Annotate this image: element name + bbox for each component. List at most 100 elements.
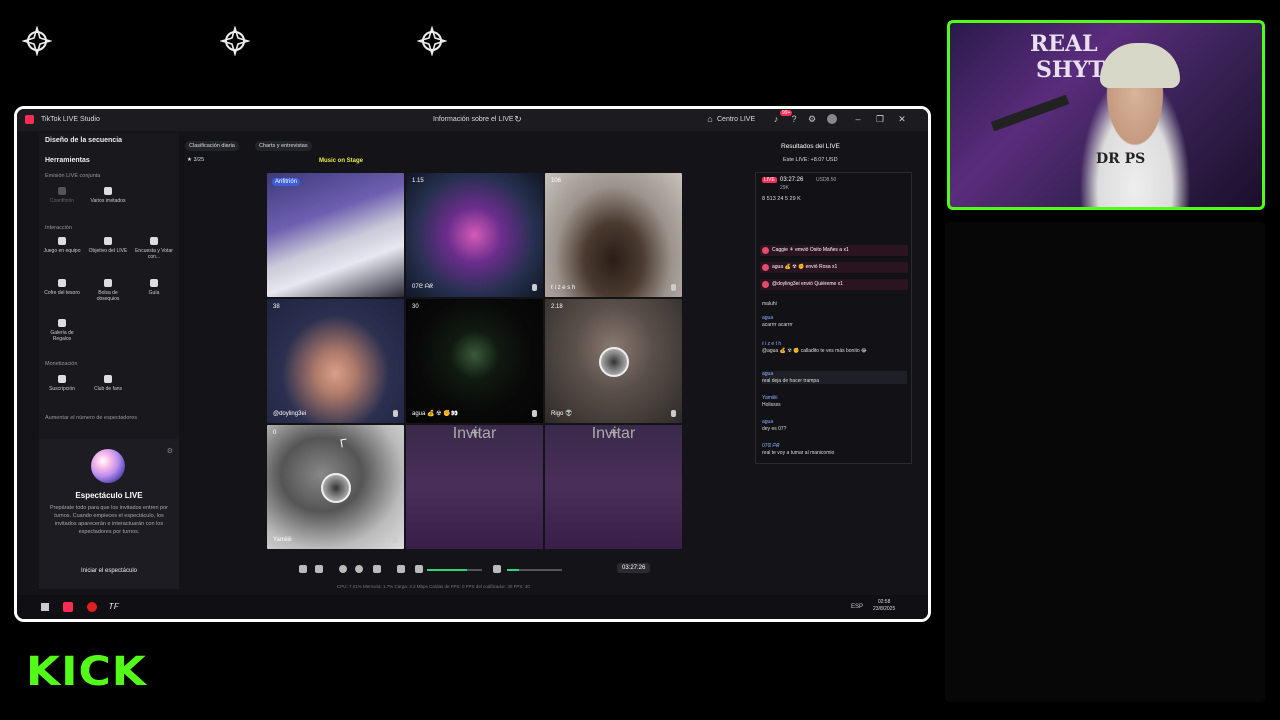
guide-tool[interactable]: Guía [133, 279, 175, 311]
mic-level [507, 569, 520, 571]
score-pill[interactable]: ★ 3/25 [187, 157, 204, 163]
taskbar: 𝑇𝐹 ESP 02:58 23/8/2025 [17, 595, 928, 619]
bell-icon[interactable]: ♪ [771, 114, 781, 124]
app-taskbar-icon[interactable] [87, 602, 97, 612]
mic-icon[interactable] [671, 284, 676, 291]
daily-ranking-tag[interactable]: Clasificación diaria [185, 141, 239, 151]
gift-gallery-tool[interactable]: Galería de Regalos [41, 319, 83, 351]
tiktok-taskbar-icon[interactable] [63, 602, 73, 612]
increase-viewers-link[interactable]: Aumentar el número de espectadores [45, 415, 137, 421]
multi-guest-tool[interactable]: Varios invitados [87, 187, 129, 219]
live-info-button[interactable]: Información sobre el LIVE [433, 116, 514, 123]
mic-icon[interactable] [532, 410, 537, 417]
guest-cell[interactable]: 30 agua 💰 ☢ ✊👀 [406, 299, 543, 423]
chat-message[interactable]: maluhi [762, 301, 907, 308]
close-icon[interactable]: ✕ [897, 114, 907, 124]
gift-bag-tool[interactable]: Bolsa de obsequios [87, 279, 129, 311]
microphone [990, 94, 1070, 132]
live-timer: 03:27:26 [617, 563, 651, 573]
avatar[interactable] [827, 114, 837, 124]
settings-icon[interactable]: ⚙ [167, 447, 173, 455]
guest-cell[interactable]: 106 ℓ i z e s h [545, 173, 682, 297]
guest-name: @doyling3ei [273, 411, 307, 417]
cohost-tool[interactable]: Coanfitrión [41, 187, 83, 219]
kick-logo: KICK [26, 648, 147, 695]
star-logo-icon [417, 26, 447, 56]
more-icon[interactable] [373, 565, 381, 573]
settings-icon[interactable] [397, 565, 405, 573]
gift-text: Caggie ⚘ emvió Osito Mañes a x1 [772, 247, 849, 253]
charts-tag[interactable]: Charts y entrevistas [255, 141, 312, 151]
tiktok-icon [25, 115, 34, 124]
speaker-icon[interactable] [415, 565, 423, 573]
team-game-tool[interactable]: Juego en equipo [41, 237, 83, 269]
record-icon[interactable] [339, 565, 347, 573]
subscription-tool[interactable]: Suscripción [41, 375, 83, 407]
message-text: Holissss [762, 401, 781, 408]
mic-icon[interactable] [493, 565, 501, 573]
system-clock[interactable]: 02:58 23/8/2025 [873, 599, 895, 612]
chat-message[interactable]: agua real deja de hacer trampa [762, 371, 907, 384]
effects-icon[interactable] [299, 565, 307, 573]
guest-cell-host[interactable]: Anfitrión [267, 173, 404, 297]
live-badge: LIVE [762, 177, 777, 183]
show-title: Espectáculo LIVE [75, 491, 143, 500]
mic-icon[interactable] [532, 284, 537, 291]
book-icon [150, 279, 158, 287]
guest-cell[interactable]: 38 @doyling3ei [267, 299, 404, 423]
tool-label: Galería de Regalos [50, 330, 74, 342]
help-icon[interactable]: ? [789, 114, 799, 124]
guest-name: Rigo 👽 [551, 411, 573, 417]
chat-message[interactable]: ℓ i z e t h @agua 💰 ☢ ✊ calladito te ves … [762, 341, 907, 354]
message-text: maluhi [762, 301, 777, 307]
language-indicator[interactable]: ESP [851, 604, 863, 610]
chat-message[interactable]: 07ᘓ ᗩᖇ real te voy a tumar al manicomio [762, 443, 907, 456]
gift-icon [762, 264, 769, 271]
start-show-button[interactable]: Iniciar el espectáculo [59, 564, 159, 578]
likes-count: 29K [780, 185, 789, 191]
mic-icon[interactable] [393, 410, 398, 417]
star-logo-icon [220, 26, 250, 56]
minimize-icon[interactable]: – [853, 114, 863, 124]
mouse-cursor-icon [340, 438, 348, 448]
titlebar: TikTok LIVE Studio Información sobre el … [17, 109, 928, 131]
guest-cell[interactable]: 1.15 07ᘓ ᗩᖇ [406, 173, 543, 297]
share-icon[interactable]: ↻ [513, 114, 523, 124]
layout-icon[interactable] [315, 565, 323, 573]
guest-name: Yamiiiii [273, 537, 292, 543]
guest-cell[interactable]: 0 Yamiiiii [267, 425, 404, 549]
poll-icon [150, 237, 158, 245]
guest-cell[interactable]: 2.18 Rigo 👽 [545, 299, 682, 423]
centro-live-button[interactable]: Centro LIVE [717, 116, 755, 123]
guest-count: 38 [273, 304, 280, 310]
camera-icon[interactable] [355, 565, 363, 573]
poll-tool[interactable]: Encuesta y Votar con... [133, 237, 175, 269]
tf-taskbar-icon[interactable]: 𝑇𝐹 [109, 602, 119, 612]
mic-icon[interactable] [671, 410, 676, 417]
mic-icon[interactable] [393, 536, 398, 543]
home-icon[interactable]: ⌂ [705, 114, 715, 124]
gear-icon[interactable]: ⚙ [807, 114, 817, 124]
chat-message[interactable]: agua acarrrr acarrrr [762, 315, 907, 328]
music-on-stage-button[interactable]: Music on Stage [319, 158, 363, 164]
scene-design-heading[interactable]: Diseño de la secuencia [45, 137, 122, 144]
gift-text: agua 💰 ☢ ✊ envió Rosa x1 [772, 264, 838, 270]
fan-club-tool[interactable]: Club de fans [87, 375, 129, 407]
tool-label: Suscripción [49, 386, 75, 392]
restore-icon[interactable]: ❐ [875, 114, 885, 124]
live-goal-tool[interactable]: Objetivo del LIVE [87, 237, 129, 269]
chat-message[interactable]: Yamiiiii Holissss [762, 395, 907, 408]
windows-start-icon[interactable] [41, 603, 49, 611]
host-tag: Anfitrión [272, 178, 301, 186]
tool-label: Bolsa de obsequios [96, 290, 120, 302]
link-icon [58, 187, 66, 195]
left-panel: Diseño de la secuencia Herramientas Emis… [39, 133, 179, 589]
invite-slot[interactable]: + Invitar [406, 425, 543, 549]
treasure-chest-tool[interactable]: Cofre del tesoro [41, 279, 83, 311]
status-line: CPU: 7.01% Memoria: 1.7% Carga: 3.3 Mbps… [337, 584, 530, 589]
live-results-heading[interactable]: Resultados del LIVE [781, 143, 840, 150]
invite-slot[interactable]: + Invitar [545, 425, 682, 549]
chest-icon [58, 279, 66, 287]
chat-message[interactable]: agua dey es 07? [762, 419, 907, 432]
streamer-hair [1100, 43, 1180, 88]
